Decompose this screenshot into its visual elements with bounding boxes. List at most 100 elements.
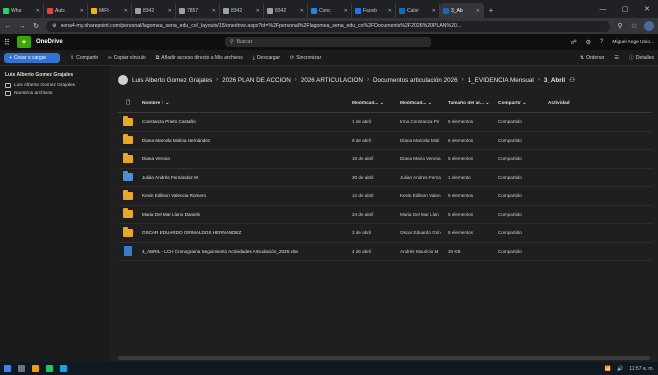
sync-button[interactable]: ⟳ Sincronizar xyxy=(290,55,321,61)
breadcrumb-item[interactable]: 2026 ARTICULACION xyxy=(301,77,363,84)
table-row[interactable]: OSCAR EDUARDO GRIMALDOS HERNANDEZ 3 de ab… xyxy=(118,224,652,243)
column-header-sharing[interactable]: Compartir ⌄ xyxy=(498,101,548,106)
download-icon: ⤓ xyxy=(252,54,255,61)
table-row[interactable]: Diana Verona 15 de abril Diana Maria Veron… xyxy=(118,150,652,169)
browser-tab[interactable]: Conc ✕ xyxy=(308,3,352,18)
column-header-name[interactable]: Nombre ↑ ⌄ xyxy=(138,101,352,106)
windows-start-icon[interactable] xyxy=(4,365,11,372)
column-header-modified-by[interactable]: Modificad... ⌄ xyxy=(400,101,448,106)
volume-icon[interactable]: 🔊 xyxy=(617,366,623,372)
sidebar-item-our-files[interactable]: Nuestros archivos xyxy=(5,91,105,96)
user-name[interactable]: Miguel Ange Unio... xyxy=(612,40,654,45)
details-button[interactable]: ⓘ Detalles xyxy=(629,54,654,62)
maximize-icon[interactable]: ▢ xyxy=(614,0,636,18)
row-icon-cell xyxy=(118,115,138,126)
tab-label: Conc xyxy=(319,7,331,14)
browser-tab[interactable]: Autc ✕ xyxy=(44,3,88,18)
reload-icon[interactable]: ↻ xyxy=(32,22,40,30)
browser-tab[interactable]: 8342 ✕ xyxy=(264,3,308,18)
site-info-icon[interactable]: ⚙ xyxy=(52,23,57,29)
row-modified: 12 de abril xyxy=(352,193,374,199)
tab-close-icon[interactable]: ✕ xyxy=(476,8,480,14)
zoom-icon[interactable]: ⚲ xyxy=(616,22,624,30)
file-explorer-icon[interactable] xyxy=(32,365,39,372)
copy-link-button[interactable]: ∞ Copiar vínculo xyxy=(108,55,146,61)
row-name[interactable]: 4_ABRIL - LCH Cronograma Seguimiento Act… xyxy=(138,249,352,254)
browser-tab[interactable]: Wha ✕ xyxy=(0,3,44,18)
tab-close-icon[interactable]: ✕ xyxy=(36,8,40,14)
browser-tab[interactable]: 8342 ✕ xyxy=(132,3,176,18)
table-row[interactable]: 4_ABRIL - LCH Cronograma Seguimiento Act… xyxy=(118,243,652,261)
row-name[interactable]: Diana Verona xyxy=(138,156,352,161)
search-taskbar-icon[interactable] xyxy=(18,365,25,372)
tab-close-icon[interactable]: ✕ xyxy=(212,8,216,14)
row-name[interactable]: Diana Marcela Molina Hernández xyxy=(138,138,352,143)
sort-button[interactable]: ⇅ Ordenar xyxy=(580,54,605,61)
edge-icon[interactable] xyxy=(60,365,67,372)
app-launcher-icon[interactable]: ⠿ xyxy=(4,38,12,47)
sort-label: Ordenar xyxy=(586,54,605,61)
row-name[interactable]: Kevin Edilson Valencia Romero xyxy=(138,193,352,198)
tab-close-icon[interactable]: ✕ xyxy=(124,8,128,14)
breadcrumb-item[interactable]: 2026 PLAN DE ACCION xyxy=(222,77,291,84)
sidebar-item-owner-files[interactable]: Luis Alberto Gomez Grajales xyxy=(5,83,105,88)
tab-close-icon[interactable]: ✕ xyxy=(256,8,260,14)
row-name[interactable]: Julián Andrés Fernández M xyxy=(138,175,352,180)
column-header-modified[interactable]: Modificad... ⌄ xyxy=(352,101,400,106)
tab-close-icon[interactable]: ✕ xyxy=(432,8,436,14)
settings-gear-icon[interactable]: ⚙ xyxy=(586,39,591,46)
breadcrumb-item[interactable]: Documentos articulación 2026 xyxy=(373,77,458,84)
tab-favicon-icon xyxy=(443,7,449,14)
search-input[interactable]: ⚲ Buscar xyxy=(225,37,431,47)
row-modified-by: Oscar Eduardo Grin xyxy=(400,230,441,236)
row-name[interactable]: Constanza Prieto Castaño xyxy=(138,119,352,124)
view-options-button[interactable]: ☰ xyxy=(614,54,618,61)
tab-close-icon[interactable]: ✕ xyxy=(388,8,392,14)
network-icon[interactable]: 📶 xyxy=(605,366,611,372)
tab-close-icon[interactable]: ✕ xyxy=(300,8,304,14)
table-row[interactable]: Diana Marcela Molina Hernández 9 de abril… xyxy=(118,132,652,150)
table-row[interactable]: Maria Del Mar Llano Daniels 24 de abril Ma… xyxy=(118,206,652,224)
column-header-size[interactable]: Tamaño del ar... ⌄ xyxy=(448,101,498,106)
minimize-icon[interactable]: — xyxy=(592,0,614,18)
url-input[interactable]: ⚙ sena4-my.sharepoint.com/personal/lagom… xyxy=(46,20,610,32)
forward-icon[interactable]: → xyxy=(18,23,26,30)
browser-tab[interactable]: Calor ✕ xyxy=(396,3,440,18)
add-shortcut-button[interactable]: ⧉ Añadir acceso directo a Mis archivos xyxy=(156,55,243,61)
browser-tab[interactable]: 8342 ✕ xyxy=(220,3,264,18)
browser-tab[interactable]: Faceb ✕ xyxy=(352,3,396,18)
create-upload-button[interactable]: + Crear o cargar xyxy=(4,52,60,63)
table-row[interactable]: Kevin Edilson Valencia Romero 12 de abril… xyxy=(118,187,652,206)
breadcrumb-item[interactable]: Luis Alberto Gomez Grajales xyxy=(132,77,212,84)
table-row[interactable]: Julián Andrés Fernández M 30 de abril Juli… xyxy=(118,169,652,187)
row-name[interactable]: OSCAR EDUARDO GRIMALDOS HERNANDEZ xyxy=(138,230,352,235)
system-tray: 📶 🔊 11:57 a. m. xyxy=(605,366,654,372)
bookmark-star-icon[interactable]: ☆ xyxy=(630,22,638,30)
row-name[interactable]: Maria Del Mar Llano Daniels xyxy=(138,212,352,217)
browser-tab[interactable]: MiFt ✕ xyxy=(88,3,132,18)
table-row[interactable]: Constanza Prieto Castaño 1 de abril Irma C… xyxy=(118,113,652,132)
chrome-icon[interactable] xyxy=(46,365,53,372)
horizontal-scrollbar[interactable] xyxy=(118,356,650,360)
tab-close-icon[interactable]: ✕ xyxy=(344,8,348,14)
share-link-icon[interactable]: ☍ xyxy=(571,39,577,46)
row-icon-cell xyxy=(118,208,138,219)
column-header-activity[interactable]: Actividad xyxy=(548,101,608,106)
close-window-icon[interactable]: ✕ xyxy=(636,0,658,18)
people-icon[interactable]: ⚇ xyxy=(569,77,575,84)
back-icon[interactable]: ← xyxy=(4,23,12,30)
clock[interactable]: 11:57 a. m. xyxy=(629,366,654,372)
sidebar-owner: Luis Alberto Gomez Grajales xyxy=(5,72,74,78)
file-type-header-icon[interactable]: 🗋 xyxy=(118,100,138,108)
breadcrumb-item[interactable]: 1_EVIDENCIA Mensual xyxy=(468,77,534,84)
download-button[interactable]: ⤓ Descargar xyxy=(253,55,280,61)
browser-tab[interactable]: 7857 ✕ xyxy=(176,3,220,18)
app-name[interactable]: OneDrive xyxy=(36,39,63,45)
new-tab-button[interactable]: + xyxy=(484,3,498,18)
profile-avatar[interactable] xyxy=(644,21,654,31)
tab-close-icon[interactable]: ✕ xyxy=(80,8,84,14)
browser-tab[interactable]: 3_Ab ✕ xyxy=(440,3,484,18)
tab-close-icon[interactable]: ✕ xyxy=(168,8,172,14)
help-icon[interactable]: ? xyxy=(600,39,603,45)
share-button[interactable]: ⇪ Compartir xyxy=(70,55,98,61)
